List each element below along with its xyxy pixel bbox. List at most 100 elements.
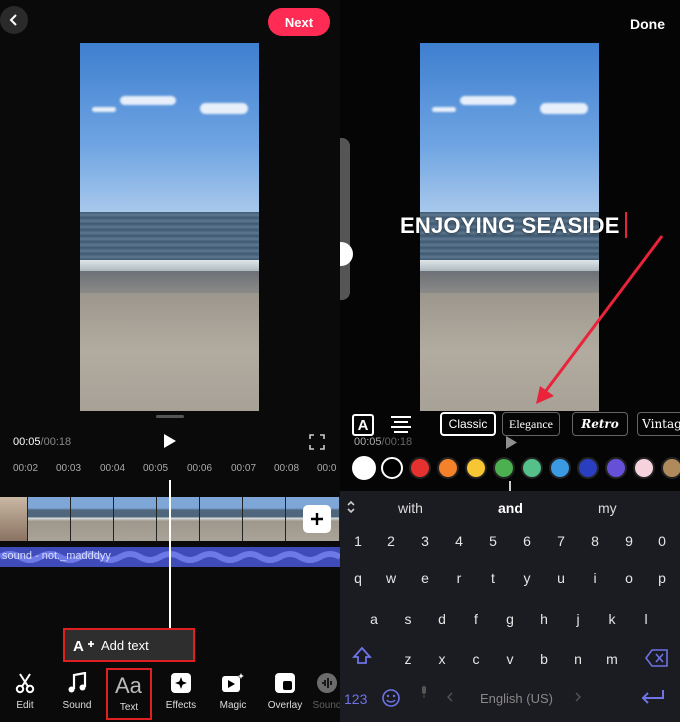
font-chip-classic[interactable]: Classic (440, 412, 496, 436)
key[interactable]: a (362, 611, 386, 627)
key[interactable]: k (600, 611, 624, 627)
expand-toolbar-icon[interactable] (346, 500, 356, 514)
ruler-tick: 00:07 (231, 463, 257, 474)
key[interactable]: c (464, 651, 488, 667)
key[interactable]: 3 (413, 533, 437, 549)
shift-icon[interactable] (352, 646, 372, 666)
color-swatch-sky-blue[interactable] (549, 457, 571, 479)
key[interactable]: q (346, 570, 370, 586)
key[interactable]: 1 (346, 533, 370, 549)
timeline-ruler[interactable]: 00:02 00:03 00:04 00:05 00:06 00:07 00:0… (0, 463, 340, 477)
color-swatch-pink[interactable] (633, 457, 655, 479)
numbers-key[interactable]: 123 (344, 691, 367, 707)
tool-label: Sound (62, 700, 92, 711)
add-text-icon: A (73, 638, 94, 653)
video-preview[interactable] (80, 43, 259, 411)
key[interactable]: 0 (650, 533, 674, 549)
key[interactable]: 8 (583, 533, 607, 549)
microphone-icon[interactable] (420, 686, 428, 698)
space-key[interactable]: English (US) (480, 691, 553, 706)
color-swatch-mint[interactable] (521, 457, 543, 479)
key[interactable]: r (447, 570, 471, 586)
align-center-icon (391, 416, 411, 433)
clip-thumbnail (0, 497, 28, 541)
font-style-icon[interactable]: A (352, 414, 374, 436)
key[interactable]: 6 (515, 533, 539, 549)
key[interactable]: v (498, 651, 522, 667)
key[interactable]: f (464, 611, 488, 627)
chevron-left-icon[interactable] (446, 692, 454, 702)
color-swatch-blue[interactable] (577, 457, 599, 479)
tool-magic[interactable]: Magic (208, 668, 258, 720)
color-swatch-yellow[interactable] (465, 457, 487, 479)
sound-track-label: sound - not._madddyy (2, 550, 111, 562)
color-swatch-purple[interactable] (605, 457, 627, 479)
drag-handle[interactable] (156, 415, 184, 418)
play-button[interactable] (505, 435, 518, 455)
next-button[interactable]: Next (268, 8, 330, 36)
key[interactable]: b (532, 651, 556, 667)
ruler-tick: 00:06 (187, 463, 213, 474)
key[interactable]: g (498, 611, 522, 627)
key[interactable]: z (396, 651, 420, 667)
key[interactable]: o (617, 570, 641, 586)
key[interactable]: 2 (379, 533, 403, 549)
key[interactable]: e (413, 570, 437, 586)
key[interactable]: 4 (447, 533, 471, 549)
key[interactable]: 9 (617, 533, 641, 549)
text-aa-icon: Aa (115, 673, 143, 697)
suggestion-word[interactable]: and (498, 500, 523, 516)
key[interactable]: m (600, 651, 624, 667)
key[interactable]: u (549, 570, 573, 586)
key[interactable]: h (532, 611, 556, 627)
add-clip-button[interactable] (303, 505, 331, 533)
back-button[interactable] (0, 6, 28, 34)
key[interactable]: p (650, 570, 674, 586)
color-swatch-orange[interactable] (437, 457, 459, 479)
key[interactable]: 5 (481, 533, 505, 549)
key[interactable]: n (566, 651, 590, 667)
chevron-right-icon[interactable] (574, 692, 582, 702)
color-swatch-red[interactable] (409, 457, 431, 479)
ruler-tick: 00:05 (143, 463, 169, 474)
font-chip-elegance[interactable]: Elegance (502, 412, 560, 436)
tool-effects[interactable]: Effects (156, 668, 206, 720)
text-size-slider[interactable] (340, 138, 350, 300)
backspace-icon[interactable] (645, 649, 669, 667)
add-text-label: Add text (101, 637, 149, 653)
key[interactable]: 7 (549, 533, 573, 549)
color-swatch-green[interactable] (493, 457, 515, 479)
font-chip-retro[interactable]: Retro (572, 412, 628, 436)
suggestion-word[interactable]: my (598, 500, 617, 516)
key[interactable]: s (396, 611, 420, 627)
text-size-slider-handle[interactable] (340, 242, 353, 266)
text-overlay-input[interactable]: ENJOYING SEASIDE (400, 212, 627, 239)
tool-label: Edit (16, 700, 34, 711)
tool-sound[interactable]: Sound (52, 668, 102, 720)
fullscreen-button[interactable] (309, 434, 325, 455)
key[interactable]: i (583, 570, 607, 586)
playhead[interactable] (169, 480, 171, 630)
key[interactable]: l (634, 611, 658, 627)
emoji-icon[interactable] (382, 689, 400, 707)
key[interactable]: y (515, 570, 539, 586)
tool-text[interactable]: Aa Text (106, 668, 152, 720)
color-swatch-tan[interactable] (661, 457, 680, 479)
enter-icon[interactable] (640, 689, 666, 707)
key[interactable]: w (379, 570, 403, 586)
key[interactable]: x (430, 651, 454, 667)
key[interactable]: t (481, 570, 505, 586)
music-note-icon (68, 672, 87, 693)
color-swatch-black[interactable] (381, 457, 403, 479)
play-button[interactable] (163, 433, 177, 454)
add-text-button[interactable]: A Add text (63, 628, 195, 662)
chevron-left-icon (9, 14, 17, 26)
tool-edit[interactable]: Edit (0, 668, 50, 720)
key[interactable]: d (430, 611, 454, 627)
key[interactable]: j (566, 611, 590, 627)
tool-sound-2[interactable]: Sound (302, 668, 340, 720)
done-button[interactable]: Done (630, 16, 665, 32)
font-chip-vintage[interactable]: Vintag (637, 412, 680, 436)
suggestion-word[interactable]: with (398, 500, 423, 516)
color-swatch-white[interactable] (352, 456, 376, 480)
